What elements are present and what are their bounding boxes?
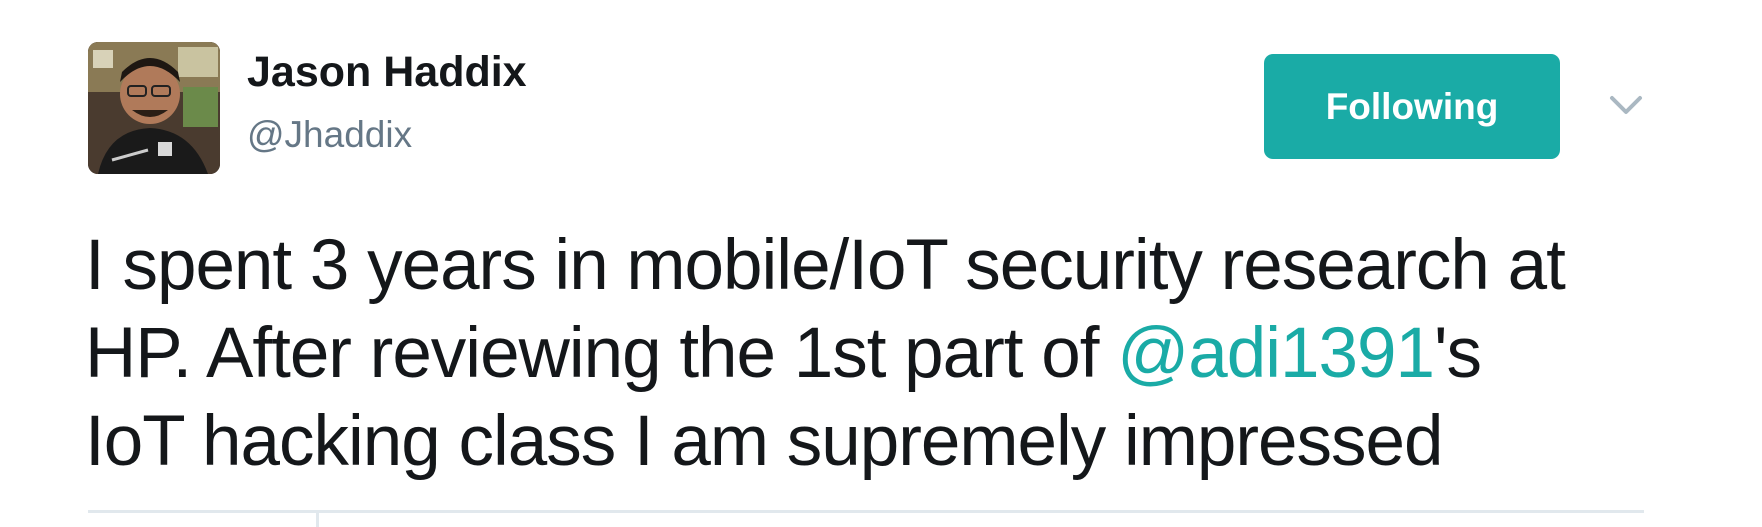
divider-tick [316,512,319,527]
user-name[interactable]: Jason Haddix [247,48,527,97]
tweet-card: Jason Haddix @Jhaddix Following I spent … [0,0,1762,527]
following-button[interactable]: Following [1264,54,1560,159]
avatar[interactable] [88,42,220,174]
tweet-text-segment: HP. After reviewing the 1st part of [85,314,1118,393]
tweet-text-segment: 's [1433,314,1482,393]
mention-link[interactable]: @adi1391 [1117,314,1435,393]
divider [88,510,1644,513]
tweet-text-line: HP. After reviewing the 1st part of @adi… [85,310,1685,398]
user-handle[interactable]: @Jhaddix [247,114,412,156]
tweet-text-line: I spent 3 years in mobile/IoT security r… [85,226,1566,305]
chevron-down-icon[interactable] [1604,84,1648,128]
tweet-text-line: IoT hacking class I am supremely impress… [85,402,1444,481]
avatar-image [88,42,220,174]
tweet-text: I spent 3 years in mobile/IoT security r… [85,222,1685,486]
